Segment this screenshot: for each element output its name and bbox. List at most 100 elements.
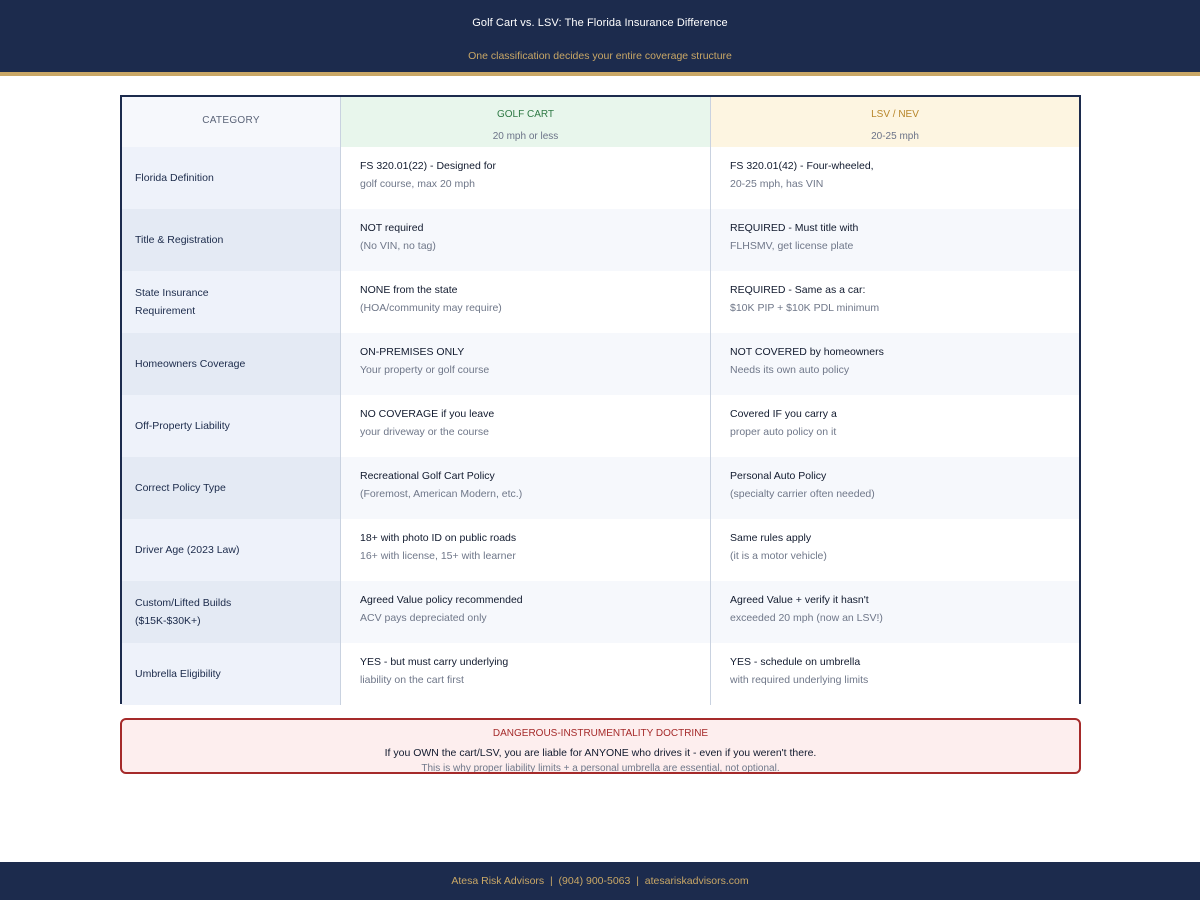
golf-cart-primary: Agreed Value policy recommended [360, 594, 523, 606]
header-lsv-subtitle: 20-25 mph [871, 131, 919, 142]
lsv-primary: Covered IF you carry a [730, 408, 837, 420]
lsv-secondary: exceeded 20 mph (now an LSV!) [730, 612, 883, 624]
header-golf-cart-subtitle: 20 mph or less [492, 131, 559, 142]
lsv-cell: Same rules apply (it is a motor vehicle) [711, 519, 1079, 581]
header-category: CATEGORY [122, 97, 341, 147]
table-header-row: CATEGORY GOLF CART 20 mph or less LSV / … [122, 97, 1079, 147]
page-header: Golf Cart vs. LSV: The Florida Insurance… [0, 0, 1200, 76]
lsv-secondary: $10K PIP + $10K PDL minimum [730, 302, 880, 314]
row-category-label: Title & Registration [135, 234, 224, 246]
table-row: Title & Registration NOT required (No VIN… [122, 209, 1079, 271]
golf-cart-cell: 18+ with photo ID on public roads 16+ wit… [341, 519, 711, 581]
table-row: Umbrella Eligibility YES - but must carr… [122, 643, 1079, 705]
row-category-label: Florida Definition [135, 172, 214, 184]
golf-cart-cell: FS 320.01(22) - Designed for golf course,… [341, 147, 711, 209]
lsv-cell: REQUIRED - Must title with FLHSMV, get li… [711, 209, 1079, 271]
row-category-cell: Umbrella Eligibility [122, 643, 341, 705]
golf-cart-cell: NO COVERAGE if you leave your driveway or… [341, 395, 711, 457]
row-category-cell: Off-Property Liability [122, 395, 341, 457]
row-category-label: Driver Age (2023 Law) [135, 544, 240, 556]
row-category-label: Homeowners Coverage [135, 358, 246, 370]
page-footer: Atesa Risk Advisors | (904) 900-5063 | a… [0, 862, 1200, 900]
lsv-secondary: Needs its own auto policy [730, 364, 850, 376]
lsv-primary: Same rules apply [730, 532, 812, 544]
golf-cart-secondary: liability on the cart first [360, 674, 464, 686]
lsv-primary: REQUIRED - Must title with [730, 222, 859, 234]
lsv-cell: Personal Auto Policy (specialty carrier o… [711, 457, 1079, 519]
lsv-cell: FS 320.01(42) - Four-wheeled, 20-25 mph, … [711, 147, 1079, 209]
header-lsv: LSV / NEV 20-25 mph [711, 97, 1079, 147]
page-subtitle: One classification decides your entire c… [468, 50, 732, 62]
footer-contact: Atesa Risk Advisors | (904) 900-5063 | a… [451, 875, 749, 887]
lsv-secondary: FLHSMV, get license plate [730, 240, 854, 252]
golf-cart-secondary: (No VIN, no tag) [360, 240, 436, 252]
lsv-cell: Covered IF you carry a proper auto policy… [711, 395, 1079, 457]
lsv-primary: Personal Auto Policy [730, 470, 827, 482]
header-golf-cart: GOLF CART 20 mph or less [341, 97, 711, 147]
lsv-secondary: with required underlying limits [730, 674, 869, 686]
lsv-primary: NOT COVERED by homeowners [730, 346, 884, 358]
lsv-primary: Agreed Value + verify it hasn't [730, 594, 869, 606]
lsv-cell: NOT COVERED by homeowners Needs its own a… [711, 333, 1079, 395]
golf-cart-cell: Agreed Value policy recommended ACV pays … [341, 581, 711, 643]
golf-cart-cell: NOT required (No VIN, no tag) [341, 209, 711, 271]
row-category-cell: Florida Definition [122, 147, 341, 209]
table-row: Custom/Lifted Builds ($15K-$30K+) Agreed… [122, 581, 1079, 643]
lsv-cell: YES - schedule on umbrella with required … [711, 643, 1079, 705]
row-category-label: Custom/Lifted Builds ($15K-$30K+) [135, 597, 232, 627]
lsv-secondary: proper auto policy on it [730, 426, 837, 438]
lsv-secondary: (it is a motor vehicle) [730, 550, 827, 562]
golf-cart-cell: ON-PREMISES ONLY Your property or golf co… [341, 333, 711, 395]
table-row: Homeowners Coverage ON-PREMISES ONLY Your… [122, 333, 1079, 395]
lsv-primary: REQUIRED - Same as a car: [730, 284, 866, 296]
golf-cart-primary: NOT required [360, 222, 424, 234]
row-category-cell: Correct Policy Type [122, 457, 341, 519]
table-row: Off-Property Liability NO COVERAGE if yo… [122, 395, 1079, 457]
comparison-table: CATEGORY GOLF CART 20 mph or less LSV / … [120, 95, 1081, 705]
golf-cart-secondary: (HOA/community may require) [360, 302, 502, 314]
lsv-secondary: 20-25 mph, has VIN [730, 178, 824, 190]
warning-text: If you OWN the cart/LSV, you are liable … [384, 747, 817, 759]
golf-cart-cell: NONE from the state (HOA/community may re… [341, 271, 711, 333]
warning-note: This is why proper liability limits + a … [421, 763, 780, 774]
row-category-cell: State Insurance Requirement [122, 271, 341, 333]
golf-cart-cell: YES - but must carry underlying liability… [341, 643, 711, 705]
row-category-label: Off-Property Liability [135, 420, 230, 432]
golf-cart-secondary: 16+ with license, 15+ with learner [360, 550, 516, 562]
warning-title: DANGEROUS-INSTRUMENTALITY DOCTRINE [492, 728, 709, 739]
golf-cart-primary: ON-PREMISES ONLY [360, 346, 465, 358]
header-category-title: CATEGORY [202, 115, 260, 126]
doctrine-warning-box: DANGEROUS-INSTRUMENTALITY DOCTRINE If yo… [120, 718, 1081, 774]
golf-cart-secondary: Your property or golf course [360, 364, 490, 376]
table-row: Florida Definition FS 320.01(22) - Desig… [122, 147, 1079, 209]
lsv-cell: Agreed Value + verify it hasn't exceeded … [711, 581, 1079, 643]
header-lsv-title: LSV / NEV [871, 109, 919, 120]
table-row: Driver Age (2023 Law) 18+ with photo ID … [122, 519, 1079, 581]
golf-cart-primary: FS 320.01(22) - Designed for [360, 160, 496, 172]
table-row: State Insurance Requirement NONE from th… [122, 271, 1079, 333]
lsv-primary: YES - schedule on umbrella [730, 656, 861, 668]
lsv-primary: FS 320.01(42) - Four-wheeled, [730, 160, 874, 172]
row-category-cell: Title & Registration [122, 209, 341, 271]
golf-cart-secondary: ACV pays depreciated only [360, 612, 487, 624]
lsv-secondary: (specialty carrier often needed) [730, 488, 875, 500]
golf-cart-primary: NO COVERAGE if you leave [360, 408, 495, 420]
row-category-label: Umbrella Eligibility [135, 668, 221, 680]
golf-cart-primary: YES - but must carry underlying [360, 656, 509, 668]
page-title: Golf Cart vs. LSV: The Florida Insurance… [472, 17, 728, 29]
header-golf-cart-title: GOLF CART [496, 109, 555, 120]
golf-cart-secondary: your driveway or the course [360, 426, 489, 438]
row-category-label: Correct Policy Type [135, 482, 226, 494]
table-row: Correct Policy Type Recreational Golf Ca… [122, 457, 1079, 519]
lsv-cell: REQUIRED - Same as a car: $10K PIP + $10K… [711, 271, 1079, 333]
row-category-cell: Custom/Lifted Builds ($15K-$30K+) [122, 581, 341, 643]
row-category-cell: Driver Age (2023 Law) [122, 519, 341, 581]
golf-cart-secondary: (Foremost, American Modern, etc.) [360, 488, 523, 500]
row-category-label: State Insurance Requirement [135, 287, 209, 317]
golf-cart-primary: Recreational Golf Cart Policy [360, 470, 495, 482]
golf-cart-primary: 18+ with photo ID on public roads [360, 532, 517, 544]
golf-cart-secondary: golf course, max 20 mph [360, 178, 475, 190]
golf-cart-cell: Recreational Golf Cart Policy (Foremost, … [341, 457, 711, 519]
golf-cart-primary: NONE from the state [360, 284, 458, 296]
row-category-cell: Homeowners Coverage [122, 333, 341, 395]
